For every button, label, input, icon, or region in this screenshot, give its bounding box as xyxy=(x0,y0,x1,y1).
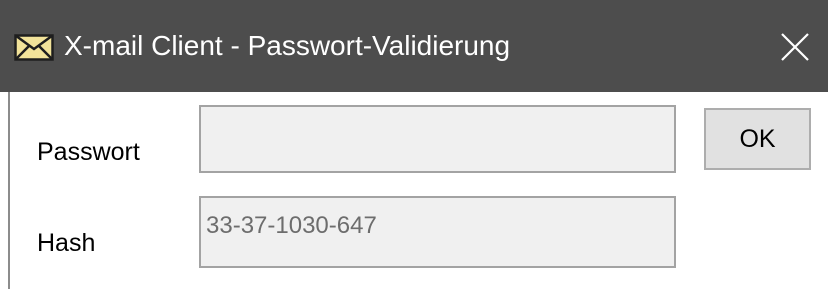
window-title: X-mail Client - Passwort-Validierung xyxy=(64,30,511,61)
hash-value: 33-37-1030-647 xyxy=(206,212,377,239)
hash-field[interactable]: 33-37-1030-647 xyxy=(199,196,676,268)
close-button[interactable] xyxy=(768,20,822,74)
close-icon xyxy=(781,33,809,61)
hash-label: Hash xyxy=(37,229,96,257)
envelope-icon xyxy=(14,34,54,61)
dialog-window: X-mail Client - Passwort-Validierung Pas… xyxy=(0,0,828,289)
ok-button[interactable]: OK xyxy=(704,108,811,170)
password-label: Passwort xyxy=(37,138,140,166)
title-bar: X-mail Client - Passwort-Validierung xyxy=(0,0,828,92)
window-border xyxy=(8,92,10,289)
password-input[interactable] xyxy=(199,105,676,173)
